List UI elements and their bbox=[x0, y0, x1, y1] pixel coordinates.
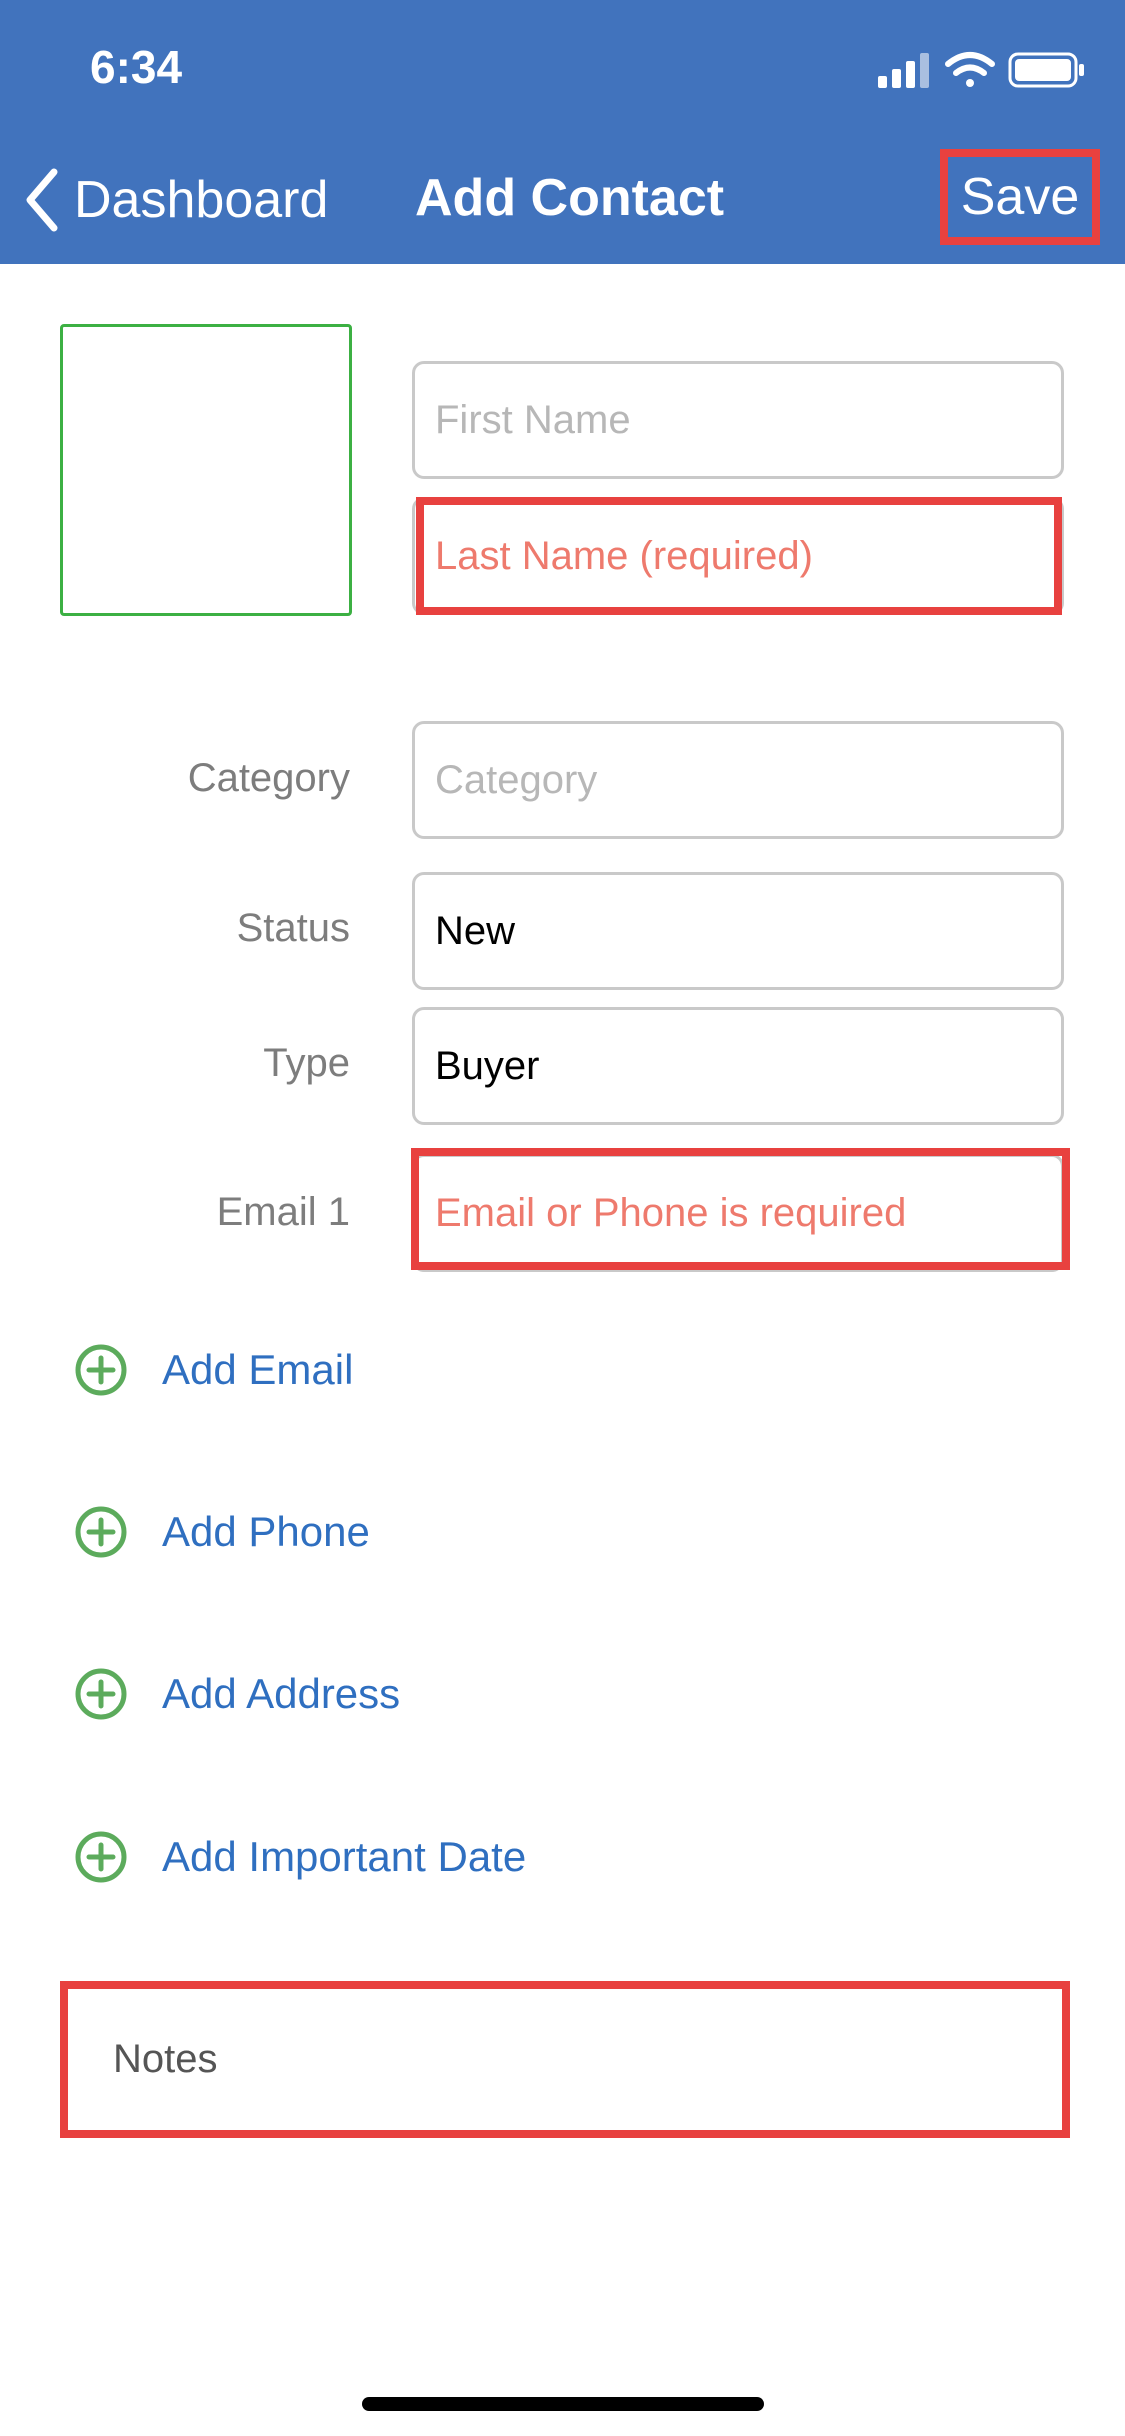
status-time: 6:34 bbox=[90, 41, 183, 93]
add-email-button[interactable]: Add Email bbox=[74, 1340, 353, 1400]
first-name-placeholder: First Name bbox=[435, 397, 631, 442]
add-circle-icon bbox=[75, 1668, 127, 1720]
chevron-left-icon bbox=[26, 168, 58, 232]
add-important-date-label: Add Important Date bbox=[162, 1833, 527, 1880]
status-icons bbox=[878, 50, 1088, 90]
category-label: Category bbox=[187, 756, 350, 800]
navigation-header: 6:34 Dashboard Add Contact Save bbox=[0, 0, 1125, 264]
add-circle-icon bbox=[75, 1506, 127, 1558]
email1-placeholder: Email or Phone is required bbox=[435, 1190, 907, 1235]
add-email-label: Add Email bbox=[162, 1346, 354, 1393]
back-button-label: Dashboard bbox=[74, 171, 329, 229]
type-label: Type bbox=[263, 1041, 350, 1085]
type-field[interactable]: Buyer bbox=[412, 1007, 1064, 1125]
signal-icon bbox=[878, 53, 929, 88]
save-button-label: Save bbox=[960, 168, 1080, 226]
save-button[interactable]: Save bbox=[940, 149, 1100, 245]
add-important-date-button[interactable]: Add Important Date bbox=[74, 1827, 526, 1887]
add-circle-icon bbox=[75, 1831, 127, 1883]
first-name-field[interactable]: First Name bbox=[412, 361, 1064, 479]
battery-icon bbox=[1008, 52, 1084, 88]
add-phone-button[interactable]: Add Phone bbox=[74, 1502, 370, 1562]
last-name-field[interactable]: Last Name (required) bbox=[412, 497, 1064, 615]
page-title: Add Contact bbox=[415, 169, 725, 227]
contact-photo-placeholder[interactable] bbox=[60, 324, 352, 616]
category-field[interactable]: Category bbox=[412, 721, 1064, 839]
status-value: New bbox=[435, 908, 516, 953]
add-address-button[interactable]: Add Address bbox=[74, 1664, 400, 1724]
add-address-label: Add Address bbox=[162, 1670, 401, 1717]
type-value: Buyer bbox=[435, 1043, 540, 1088]
notes-field[interactable]: Notes bbox=[60, 1981, 1070, 2138]
status-label: Status bbox=[236, 906, 350, 950]
category-placeholder: Category bbox=[435, 757, 598, 802]
add-phone-label: Add Phone bbox=[162, 1508, 370, 1555]
home-indicator[interactable] bbox=[362, 2397, 764, 2411]
last-name-placeholder: Last Name (required) bbox=[435, 533, 813, 578]
wifi-icon bbox=[945, 52, 995, 87]
status-field[interactable]: New bbox=[412, 872, 1064, 990]
email1-label: Email 1 bbox=[216, 1190, 350, 1234]
add-circle-icon bbox=[75, 1344, 127, 1396]
back-button[interactable]: Dashboard bbox=[22, 164, 328, 236]
notes-placeholder: Notes bbox=[113, 2037, 218, 2081]
email1-field[interactable]: Email or Phone is required bbox=[412, 1154, 1064, 1272]
